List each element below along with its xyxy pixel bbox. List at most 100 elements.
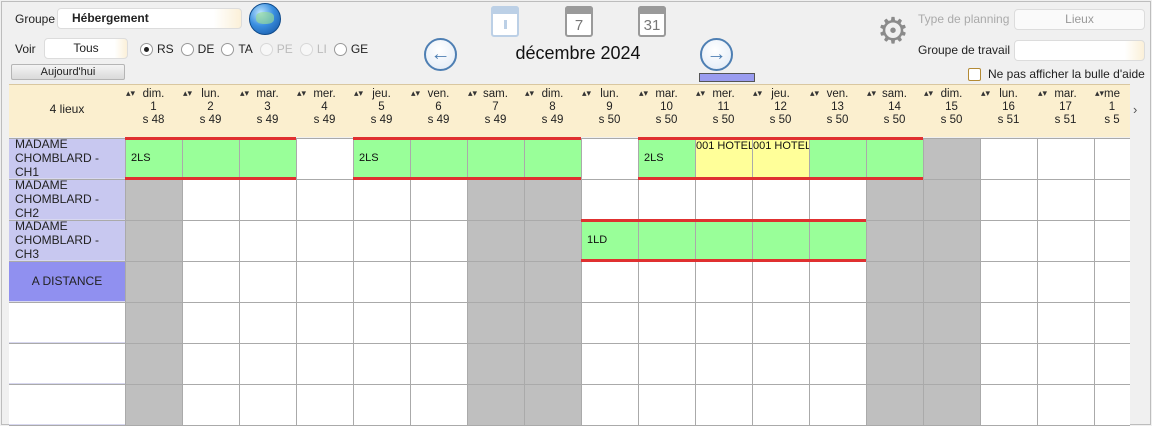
grid-cell[interactable]	[638, 179, 695, 220]
grid-cell[interactable]	[1037, 384, 1094, 425]
next-month-button[interactable]: →	[700, 38, 733, 71]
grid-cell[interactable]	[809, 302, 866, 343]
grid-cell[interactable]	[923, 179, 980, 220]
grid-cell[interactable]	[1094, 384, 1130, 425]
grid-cell[interactable]	[239, 302, 296, 343]
row-header[interactable]: A DISTANCE	[9, 261, 125, 302]
grid-cell[interactable]	[809, 343, 866, 384]
grid-cell[interactable]	[980, 261, 1037, 302]
radio-ge[interactable]	[333, 42, 347, 56]
grid-cell[interactable]	[809, 384, 866, 425]
column-resize-handle[interactable]: ▴▾	[1095, 89, 1104, 130]
grid-cell[interactable]	[866, 384, 923, 425]
grid-cell[interactable]	[296, 261, 353, 302]
grid-cell[interactable]	[1037, 261, 1094, 302]
help-bubble-checkbox[interactable]	[968, 68, 981, 81]
grid-cell[interactable]	[866, 220, 923, 261]
grid-cell[interactable]	[524, 220, 581, 261]
grid-cell[interactable]	[752, 179, 809, 220]
booking-block[interactable]	[125, 138, 296, 179]
grid-cell[interactable]	[1094, 220, 1130, 261]
grid-cell[interactable]	[125, 343, 182, 384]
radio-de[interactable]	[180, 42, 194, 56]
grid-cell[interactable]	[866, 179, 923, 220]
grid-cell[interactable]	[752, 302, 809, 343]
groupe-travail-select[interactable]	[1014, 40, 1145, 61]
grid-cell[interactable]	[923, 261, 980, 302]
grid-cell[interactable]	[524, 302, 581, 343]
grid-cell[interactable]	[353, 302, 410, 343]
grid-cell[interactable]	[125, 179, 182, 220]
column-resize-handle[interactable]: ▴▾	[981, 89, 990, 130]
previous-month-button[interactable]: ←	[424, 38, 457, 71]
grid-cell[interactable]	[239, 384, 296, 425]
month-view-icon[interactable]: 31	[638, 6, 666, 37]
grid-cell[interactable]	[581, 138, 638, 179]
grid-cell[interactable]	[866, 261, 923, 302]
grid-cell[interactable]	[296, 220, 353, 261]
grid-cell[interactable]	[353, 384, 410, 425]
grid-cell[interactable]	[182, 220, 239, 261]
column-resize-handle[interactable]: ▴▾	[696, 89, 705, 130]
globe-icon[interactable]	[249, 3, 281, 35]
grid-cell[interactable]	[1094, 179, 1130, 220]
column-resize-handle[interactable]: ▴▾	[354, 89, 363, 130]
row-header[interactable]: MADAME CHOMBLARD - CH2	[9, 178, 125, 220]
booking-block[interactable]	[581, 220, 866, 261]
grid-cell[interactable]	[467, 261, 524, 302]
column-resize-handle[interactable]: ▴▾	[411, 89, 420, 130]
grid-cell[interactable]	[1094, 261, 1130, 302]
grid-cell[interactable]	[581, 343, 638, 384]
grid-cell[interactable]	[182, 302, 239, 343]
grid-cell[interactable]	[1037, 138, 1094, 179]
column-resize-handle[interactable]: ▴▾	[753, 89, 762, 130]
grid-cell[interactable]	[752, 343, 809, 384]
grid-cell[interactable]	[695, 384, 752, 425]
grid-cell[interactable]	[581, 302, 638, 343]
grid-cell[interactable]	[980, 138, 1037, 179]
grid-cell[interactable]	[1037, 220, 1094, 261]
grid-cell[interactable]	[1094, 302, 1130, 343]
grid-cell[interactable]	[296, 343, 353, 384]
grid-cell[interactable]	[980, 343, 1037, 384]
radio-rs[interactable]	[140, 42, 153, 56]
grid-cell[interactable]	[524, 179, 581, 220]
grid-cell[interactable]	[1094, 343, 1130, 384]
grid-cell[interactable]	[638, 384, 695, 425]
grid-cell[interactable]	[923, 384, 980, 425]
grid-cell[interactable]	[581, 261, 638, 302]
grid-cell[interactable]	[752, 261, 809, 302]
grid-cell[interactable]	[695, 343, 752, 384]
grid-cell[interactable]	[182, 343, 239, 384]
column-resize-handle[interactable]: ▴▾	[924, 89, 933, 130]
column-resize-handle[interactable]: ▴▾	[867, 89, 876, 130]
grid-cell[interactable]	[809, 179, 866, 220]
grid-cell[interactable]	[182, 384, 239, 425]
grid-cell[interactable]	[182, 179, 239, 220]
today-button[interactable]: Aujourd'hui	[11, 64, 125, 80]
column-resize-handle[interactable]: ▴▾	[297, 89, 306, 130]
grid-cell[interactable]	[581, 179, 638, 220]
column-resize-handle[interactable]: ▴▾	[468, 89, 477, 130]
grid-cell[interactable]	[410, 384, 467, 425]
grid-cell[interactable]	[125, 220, 182, 261]
grid-cell[interactable]	[410, 220, 467, 261]
row-header[interactable]: MADAME CHOMBLARD - CH3	[9, 219, 125, 261]
grid-cell[interactable]	[467, 343, 524, 384]
grid-cell[interactable]	[581, 384, 638, 425]
grid-cell[interactable]	[1094, 138, 1130, 179]
grid-cell[interactable]	[182, 261, 239, 302]
grid-cell[interactable]	[353, 261, 410, 302]
grid-cell[interactable]	[296, 302, 353, 343]
column-resize-handle[interactable]: ▴▾	[1038, 89, 1047, 130]
radio-ta[interactable]	[221, 42, 235, 56]
grid-cell[interactable]	[467, 302, 524, 343]
grid-cell[interactable]	[353, 220, 410, 261]
grid-cell[interactable]	[410, 343, 467, 384]
grid-cell[interactable]	[923, 220, 980, 261]
groupe-select[interactable]: Hébergement	[57, 8, 242, 29]
grid-cell[interactable]	[353, 179, 410, 220]
column-resize-handle[interactable]: ▴▾	[183, 89, 192, 130]
grid-cell[interactable]	[695, 179, 752, 220]
voir-select[interactable]: Tous	[44, 38, 128, 59]
